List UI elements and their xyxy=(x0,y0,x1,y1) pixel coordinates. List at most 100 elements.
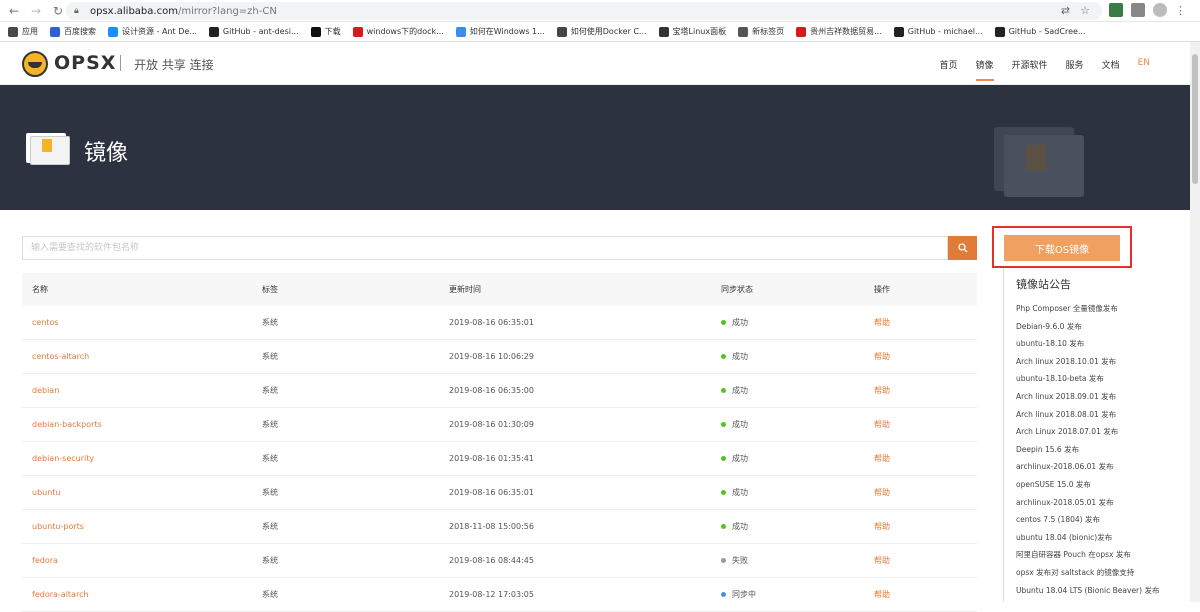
help-link[interactable]: 帮助 xyxy=(874,556,890,565)
help-link[interactable]: 帮助 xyxy=(874,590,890,599)
sync-status: 成功 xyxy=(721,487,874,498)
opsx-logo[interactable] xyxy=(22,51,48,77)
profile-avatar[interactable] xyxy=(1153,3,1167,17)
bookmark-label: 下载 xyxy=(324,27,341,36)
help-link[interactable]: 帮助 xyxy=(874,522,890,531)
announcement-item[interactable]: 阿里自研容器 Pouch 在opsx 发布 xyxy=(1016,549,1159,567)
announcement-title: 镜像站公告 xyxy=(1016,278,1071,291)
update-time: 2018-11-08 15:00:56 xyxy=(449,522,534,531)
bookmark-label: 宝塔Linux面板 xyxy=(672,27,727,36)
tagline: 开放 共享 连接 xyxy=(134,58,214,72)
announcement-item[interactable]: opsx 发布对 saltstack 的镜像支持 xyxy=(1016,567,1159,585)
bookmark-item[interactable]: 应用 xyxy=(8,26,38,37)
nav-docs[interactable]: 文档 xyxy=(1102,58,1120,81)
announcement-item[interactable]: archlinux-2018.05.01 发布 xyxy=(1016,497,1159,515)
mirror-tag: 系统 xyxy=(262,352,278,361)
bookmark-item[interactable]: 下载 xyxy=(310,26,341,37)
bookmark-item[interactable]: 贵州吉祥数据贸易... xyxy=(796,26,882,37)
status-text: 成功 xyxy=(732,522,748,531)
bookmark-item[interactable]: 宝塔Linux面板 xyxy=(658,26,727,37)
nav-language-en[interactable]: EN xyxy=(1138,58,1150,81)
mirror-name-link[interactable]: ubuntu xyxy=(32,488,61,497)
announcement-item[interactable]: Php Composer 全量镜像发布 xyxy=(1016,303,1159,321)
announcement-item[interactable]: ubuntu-18.10-beta 发布 xyxy=(1016,373,1159,391)
mirror-name-link[interactable]: debian-backports xyxy=(32,420,102,429)
divider xyxy=(120,55,121,71)
mirror-name-link[interactable]: ubuntu-ports xyxy=(32,522,84,531)
bookmark-label: 百度搜索 xyxy=(64,27,96,36)
bookmark-item[interactable]: 如何在Windows 1... xyxy=(455,26,545,37)
mirror-name-link[interactable]: fedora-altarch xyxy=(32,590,89,599)
col-name-header: 名称 xyxy=(32,285,48,294)
menu-icon[interactable]: ⋮ xyxy=(1175,4,1186,17)
scroll-thumb[interactable] xyxy=(1192,54,1198,184)
bookmark-item[interactable]: 百度搜索 xyxy=(50,26,96,37)
bookmark-item[interactable]: windows下的dock... xyxy=(352,26,444,37)
bookmark-item[interactable]: GitHub - SadCree... xyxy=(994,26,1086,37)
status-text: 成功 xyxy=(732,386,748,395)
translate-icon[interactable]: ⇄ xyxy=(1061,4,1070,17)
status-dot-icon xyxy=(721,354,726,359)
announcement-item[interactable]: archlinux-2018.06.01 发布 xyxy=(1016,461,1159,479)
extension-icon[interactable] xyxy=(1109,3,1123,17)
star-icon[interactable]: ☆ xyxy=(1080,4,1090,17)
page-scrollbar[interactable] xyxy=(1190,42,1200,602)
help-link[interactable]: 帮助 xyxy=(874,488,890,497)
bookmark-icon xyxy=(352,26,363,37)
search-input[interactable] xyxy=(22,236,948,260)
sync-status: 成功 xyxy=(721,419,874,430)
extension-icon[interactable] xyxy=(1131,3,1145,17)
nav-opensource[interactable]: 开源软件 xyxy=(1012,58,1048,81)
announcement-item[interactable]: ubuntu 18.04 (bionic)发布 xyxy=(1016,532,1159,550)
help-link[interactable]: 帮助 xyxy=(874,454,890,463)
brand-name[interactable]: OPSX xyxy=(54,52,116,74)
sync-status: 成功 xyxy=(721,521,874,532)
announcement-item[interactable]: openSUSE 15.0 发布 xyxy=(1016,479,1159,497)
bookmark-item[interactable]: GitHub - ant-desi... xyxy=(208,26,299,37)
page-banner: 镜像 xyxy=(0,85,1190,210)
mirror-name-link[interactable]: fedora xyxy=(32,556,58,565)
help-link[interactable]: 帮助 xyxy=(874,420,890,429)
bookmark-item[interactable]: 设计资源 - Ant De... xyxy=(108,26,197,37)
mirror-name-link[interactable]: debian-security xyxy=(32,454,94,463)
nav-service[interactable]: 服务 xyxy=(1066,58,1084,81)
bookmark-item[interactable]: 新标签页 xyxy=(738,26,784,37)
help-link[interactable]: 帮助 xyxy=(874,386,890,395)
bookmark-item[interactable]: 如何使用Docker C... xyxy=(556,26,647,37)
nav-home[interactable]: 首页 xyxy=(940,58,958,81)
status-dot-icon xyxy=(721,592,726,597)
status-text: 成功 xyxy=(732,318,748,327)
reload-icon[interactable]: ↻ xyxy=(50,3,66,19)
announcement-item[interactable]: ubuntu-18.10 发布 xyxy=(1016,338,1159,356)
announcement-item[interactable]: Arch Linux 2018.07.01 发布 xyxy=(1016,426,1159,444)
announcement-item[interactable]: Arch linux 2018.10.01 发布 xyxy=(1016,356,1159,374)
announcement-item[interactable]: Deepin 15.6 发布 xyxy=(1016,444,1159,462)
search-button[interactable] xyxy=(948,236,977,260)
bookmark-label: windows下的dock... xyxy=(366,27,444,36)
help-link[interactable]: 帮助 xyxy=(874,318,890,327)
announcement-item[interactable]: Ubuntu 18.04 LTS (Bionic Beaver) 发布 xyxy=(1016,585,1159,603)
mirror-name-link[interactable]: debian xyxy=(32,386,59,395)
bookmark-icon xyxy=(994,26,1005,37)
mirror-name-link[interactable]: centos-altarch xyxy=(32,352,89,361)
table-row: debian-backports 系统 2019-08-16 01:30:09 成功 帮… xyxy=(22,408,977,442)
mirror-icon xyxy=(26,133,70,165)
help-link[interactable]: 帮助 xyxy=(874,352,890,361)
announcement-item[interactable]: Arch linux 2018.09.01 发布 xyxy=(1016,391,1159,409)
nav-mirror[interactable]: 镜像 xyxy=(975,58,994,81)
bookmark-icon xyxy=(310,26,321,37)
announcement-item[interactable]: Arch linux 2018.08.01 发布 xyxy=(1016,409,1159,427)
bookmark-icon xyxy=(50,26,60,37)
mirror-tag: 系统 xyxy=(262,488,278,497)
mirror-tag: 系统 xyxy=(262,454,278,463)
forward-icon[interactable]: → xyxy=(28,3,44,19)
address-bar[interactable]: 🔒︎ opsx.alibaba.com/mirror?lang=zh-CN xyxy=(66,2,1102,20)
bookmark-item[interactable]: GitHub - michael... xyxy=(893,26,983,37)
mirror-name-link[interactable]: centos xyxy=(32,318,59,327)
announcement-item[interactable]: Debian-9.6.0 发布 xyxy=(1016,321,1159,339)
download-os-image-button[interactable]: 下载OS镜像 xyxy=(1004,235,1120,261)
back-icon[interactable]: ← xyxy=(6,3,22,19)
status-dot-icon xyxy=(721,320,726,325)
site-header: OPSX 开放 共享 连接 首页 镜像 开源软件 服务 文档 EN xyxy=(0,42,1190,85)
announcement-item[interactable]: centos 7.5 (1804) 发布 xyxy=(1016,514,1159,532)
